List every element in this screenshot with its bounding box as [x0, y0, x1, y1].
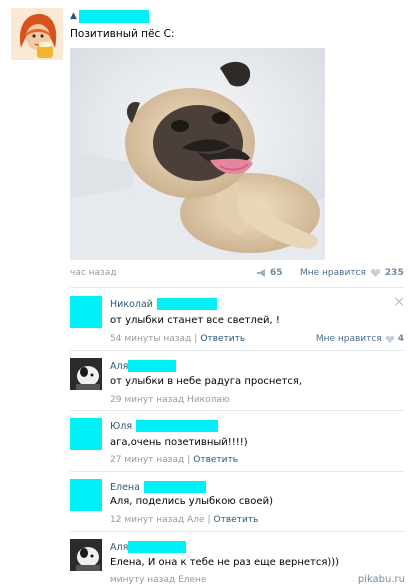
reply-link[interactable]: Ответить: [200, 334, 245, 344]
comment-like-label: Мне нравится: [315, 334, 382, 344]
reply-link[interactable]: Ответить: [214, 515, 259, 525]
comment-author-redaction: [156, 298, 217, 310]
comment-like-count: 4: [397, 334, 404, 344]
author-marker: ▲: [70, 11, 77, 21]
comment-text: Аля, поделись улыбкою своей): [110, 496, 273, 507]
comment-author-name: Аля: [110, 541, 129, 553]
comment-text: от улыбки станет все светлей, !: [110, 315, 280, 326]
post-time[interactable]: час назад: [70, 268, 117, 278]
cartoon-avatar-icon: [11, 8, 63, 60]
heart-icon: [370, 269, 381, 277]
like-count: 235: [384, 268, 404, 278]
comment-text: Елена, И она к тебе не раз еще вернется)…: [110, 557, 340, 568]
reply-link[interactable]: Ответить: [193, 455, 238, 465]
comment-text: ага,очень позетивный!!!!): [110, 437, 248, 448]
post-avatar[interactable]: [11, 8, 63, 60]
comment-meta: 27 минут назад | Ответить: [110, 455, 239, 465]
comment-avatar[interactable]: [70, 539, 102, 571]
comment-divider: [70, 287, 405, 288]
comment-author[interactable]: Елена: [110, 481, 206, 493]
post-text: Позитивный пёс С:: [70, 28, 175, 40]
comment-divider: [70, 471, 405, 472]
author-name-redaction: [78, 9, 149, 23]
share-count: 65: [270, 268, 283, 278]
comment-author-name: Елена: [110, 481, 140, 493]
comment-meta: 54 минуты назад | Ответить: [110, 334, 246, 344]
comment-time[interactable]: 54 минуты назад: [110, 334, 191, 344]
comment-divider: [70, 410, 405, 411]
comment-text: от улыбки в небе радуга проснется,: [110, 376, 303, 387]
comment-avatar-redacted[interactable]: [70, 296, 102, 328]
heart-icon: [385, 335, 395, 343]
comment-author[interactable]: Аля: [110, 360, 177, 372]
comment-time[interactable]: минуту назад Елене: [110, 575, 206, 585]
comment-author-name: Николай: [110, 298, 153, 310]
comment-meta: минуту назад Елене: [110, 575, 206, 585]
comment-avatar[interactable]: [70, 358, 102, 390]
comment-author-redaction: [143, 481, 206, 493]
share-button[interactable]: 65: [256, 268, 283, 278]
comment-divider: [70, 350, 405, 351]
comment-time[interactable]: 29 минут назад Николаю: [110, 395, 229, 405]
pug-photo-icon: [70, 48, 325, 260]
comment-author-redaction: [136, 420, 219, 432]
comment-meta: 29 минут назад Николаю: [110, 395, 229, 405]
comment-meta: 12 минут назад Але | Ответить: [110, 515, 259, 525]
comment-time[interactable]: 12 минут назад Але: [110, 515, 205, 525]
comment-like-button[interactable]: Мне нравится 4: [316, 334, 404, 344]
comment-divider: [70, 531, 405, 532]
dog-avatar-icon: [70, 358, 102, 390]
comment-time[interactable]: 27 минут назад: [110, 455, 184, 465]
comment-avatar-redacted[interactable]: [70, 479, 102, 511]
comment-author[interactable]: Аля: [110, 541, 187, 553]
dog-avatar-icon: [70, 539, 102, 571]
watermark: pikabu.ru: [357, 574, 405, 585]
comment-author-name: Юля: [110, 420, 133, 432]
comment-author[interactable]: Николай: [110, 298, 217, 310]
comment-author[interactable]: Юля: [110, 420, 219, 432]
comment-author-name: Аля: [110, 360, 129, 372]
comment-avatar-redacted[interactable]: [70, 418, 102, 450]
megaphone-icon: [257, 269, 265, 277]
like-button[interactable]: Мне нравится 235: [300, 268, 404, 278]
post-author[interactable]: ▲: [70, 9, 149, 23]
like-label: Мне нравится: [300, 268, 366, 278]
post-footer: час назад 65 Мне нравится 235: [70, 268, 404, 282]
comment-author-redaction: [128, 541, 187, 553]
comment-author-redaction: [128, 360, 177, 372]
close-icon[interactable]: ×: [393, 294, 405, 310]
post-photo[interactable]: [70, 48, 325, 260]
